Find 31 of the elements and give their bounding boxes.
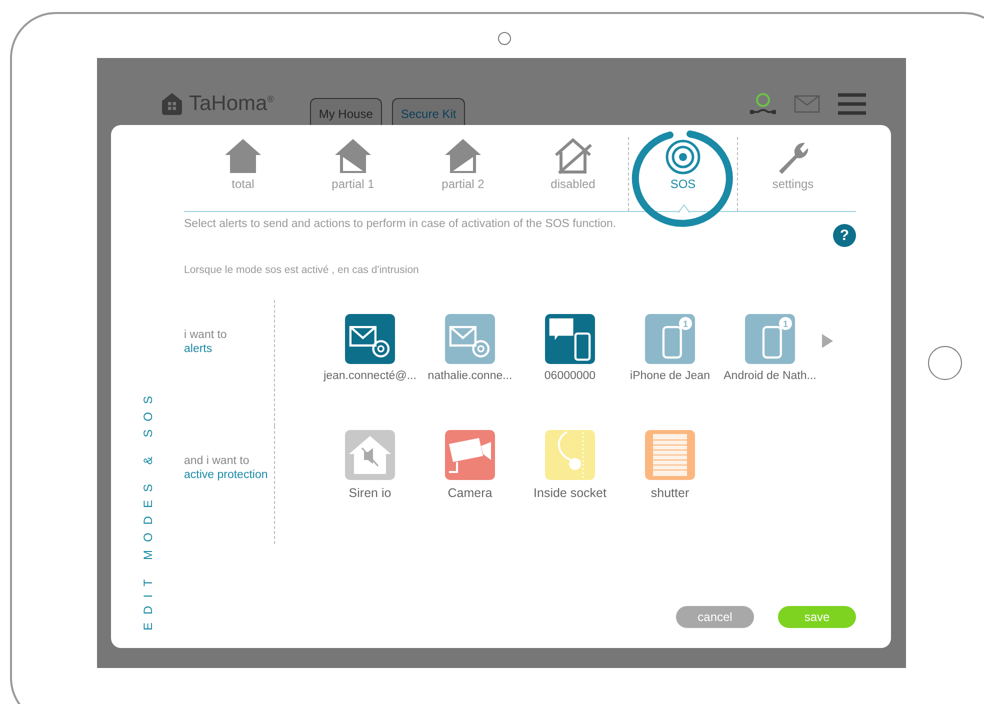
description-text: Select alerts to send and actions to perform in case of activation of the SOS function. <box>184 218 616 230</box>
alert-item[interactable]: 1 iPhone de Jean <box>620 314 720 382</box>
next-arrow-icon[interactable] <box>820 334 834 348</box>
protection-item[interactable]: Siren io <box>320 430 420 500</box>
alert-item[interactable]: 1 Android de Nath... <box>720 314 820 382</box>
row-action: alerts <box>184 342 214 356</box>
row-action: active protection <box>184 468 269 482</box>
network-icon[interactable] <box>750 92 776 116</box>
mail-icon[interactable] <box>794 95 820 113</box>
alert-item[interactable]: 06000000 <box>520 314 620 382</box>
alert-item[interactable]: jean.connecté@... <box>320 314 420 382</box>
home-button[interactable] <box>928 346 962 380</box>
protection-item[interactable]: shutter <box>620 430 720 500</box>
house-icon <box>443 137 483 175</box>
app-logo: TaHoma$^{®}$ <box>189 92 274 116</box>
camera-lens <box>498 32 511 45</box>
menu-icon[interactable] <box>838 93 866 115</box>
row-label: i want to <box>184 328 228 342</box>
row-label: and i want to <box>184 454 250 468</box>
target-icon <box>663 137 703 175</box>
house-icon <box>333 137 373 175</box>
header-tab[interactable]: My House <box>310 98 382 127</box>
side-title: EDIT MODES & SOS <box>140 388 154 630</box>
house-logo-icon <box>161 92 183 116</box>
house-icon <box>553 137 593 175</box>
alert-item[interactable]: nathalie.conne... <box>420 314 520 382</box>
subtitle-text: Lorsque le mode sos est activé , en cas d'intrusion <box>184 264 420 276</box>
protection-item[interactable]: Camera <box>420 430 520 500</box>
help-button[interactable]: ? <box>833 224 856 247</box>
house-icon <box>223 137 263 175</box>
protection-item[interactable]: Inside socket <box>520 430 620 500</box>
